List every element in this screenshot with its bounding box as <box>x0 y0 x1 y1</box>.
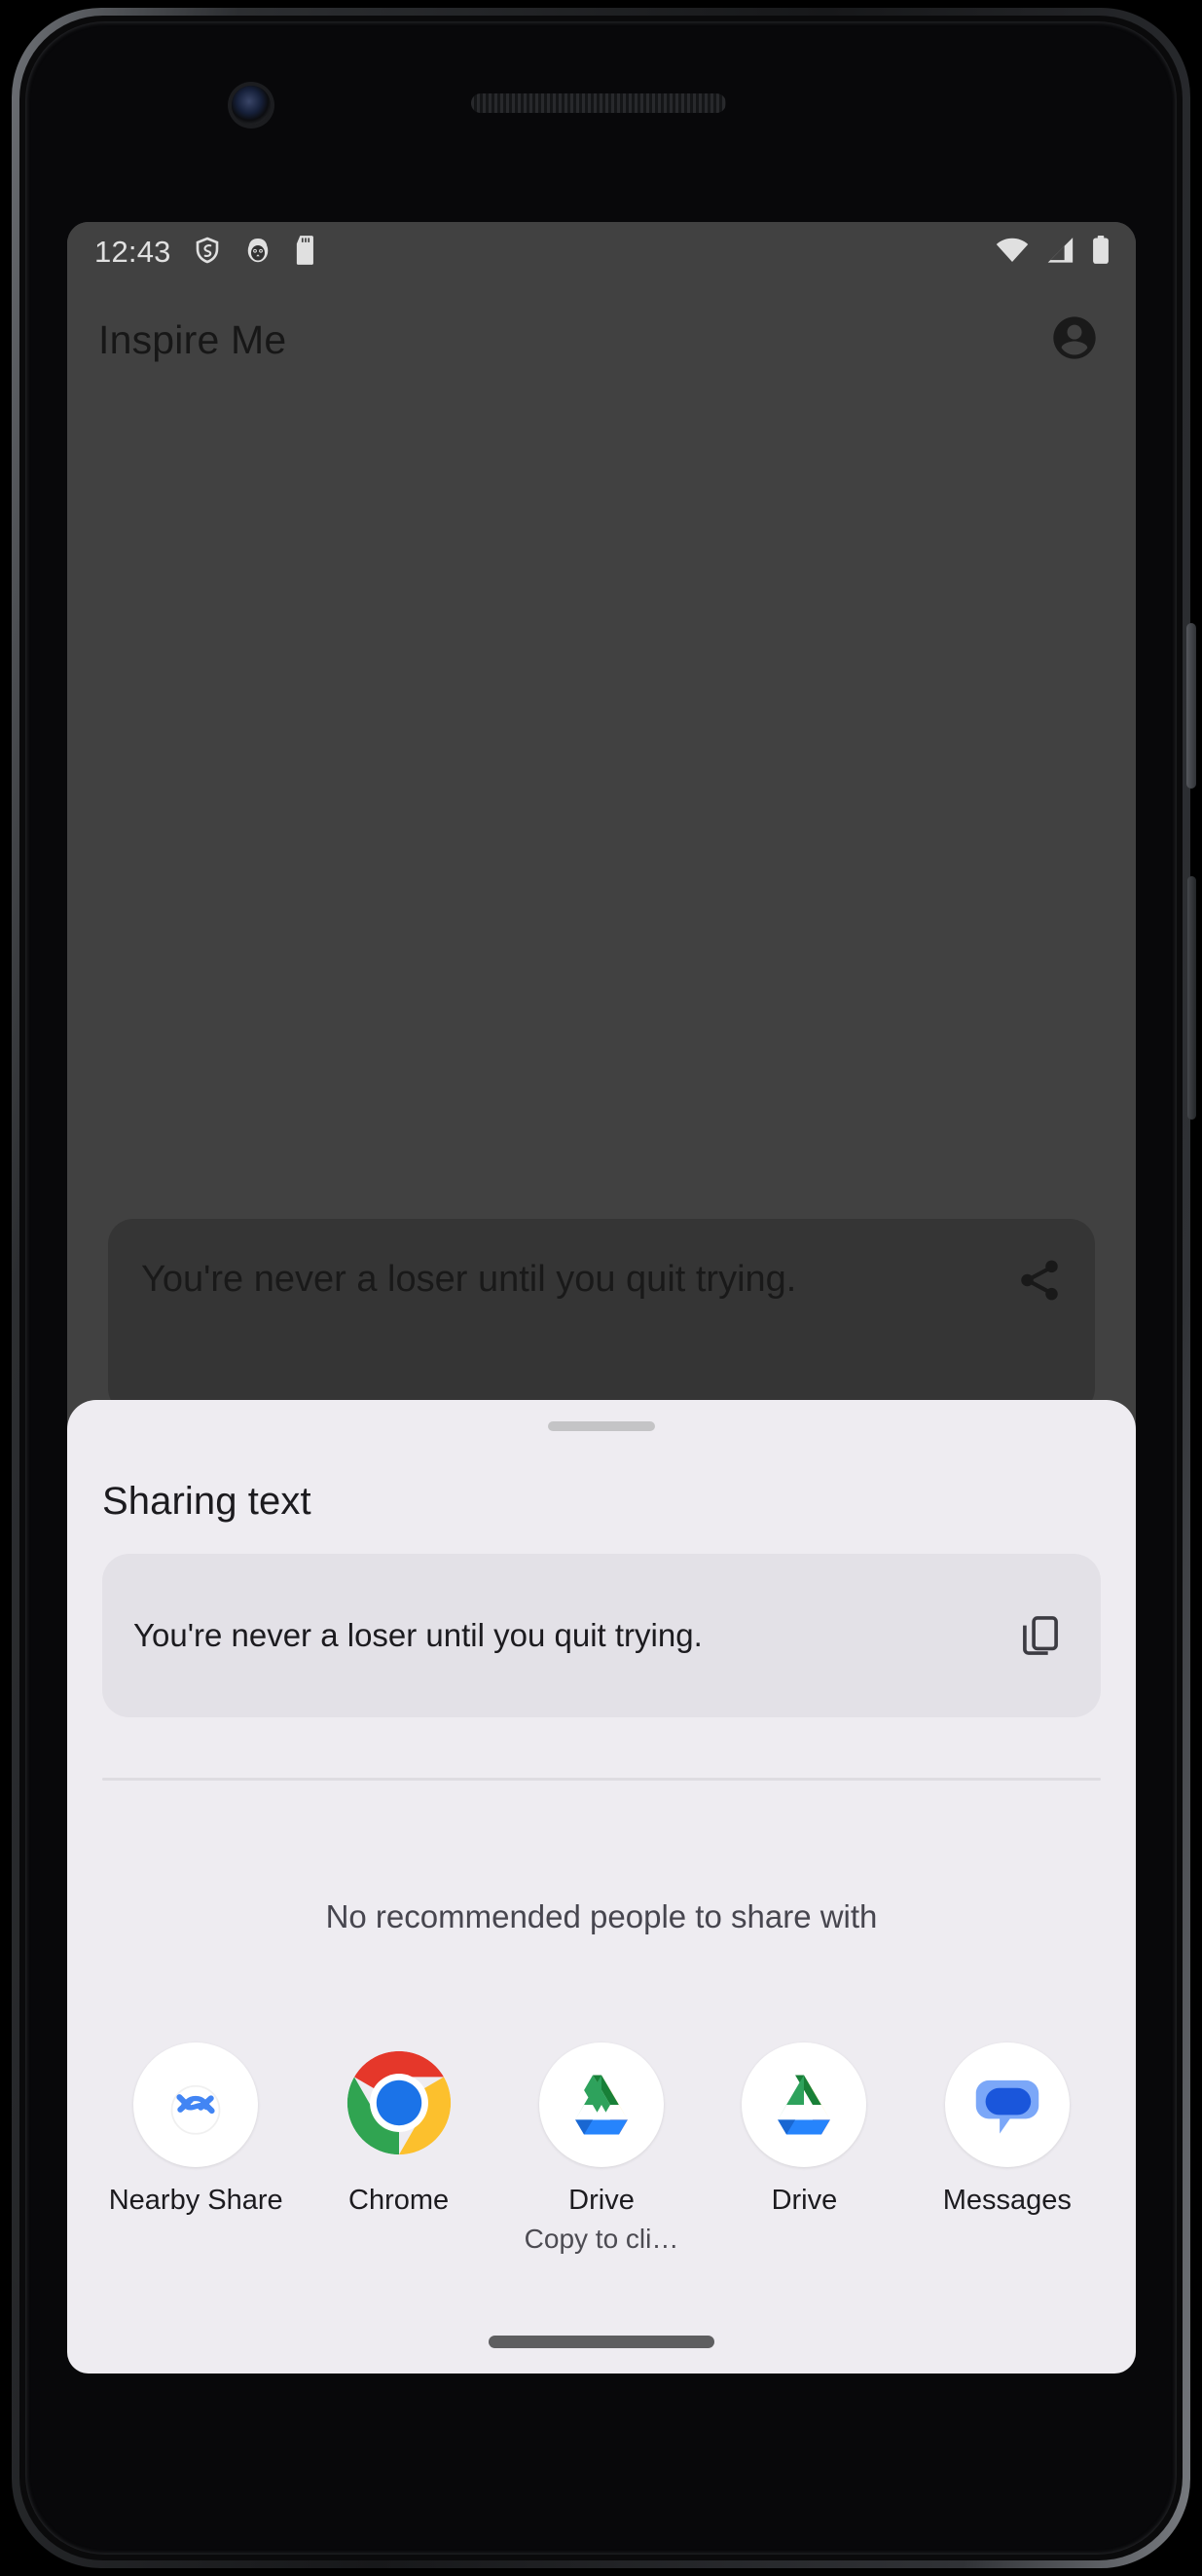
no-recommendations-text: No recommended people to share with <box>325 1898 878 1934</box>
google-drive-icon <box>742 2042 867 2167</box>
share-target-row: Nearby Share Chrome Drive Copy to cli… D… <box>67 2042 1136 2256</box>
front-camera-icon <box>232 86 271 125</box>
app-label: Nearby Share <box>108 2185 283 2216</box>
sheet-divider <box>102 1778 1101 1781</box>
share-preview-text: You're never a loser until you quit tryi… <box>133 1617 703 1654</box>
app-icon-wrapper <box>337 2042 461 2167</box>
app-icon-wrapper <box>133 2042 259 2167</box>
phone-screen: 12:43 Inspire Me You're never a loser un… <box>67 222 1136 2374</box>
volume-button[interactable] <box>1187 876 1196 1120</box>
earpiece-speaker-icon <box>471 93 726 113</box>
google-drive-icon <box>539 2042 665 2167</box>
app-label: Drive <box>771 2185 838 2216</box>
share-bottom-sheet: Sharing text You're never a loser until … <box>67 1400 1136 2374</box>
share-target-chrome[interactable]: Chrome <box>297 2042 499 2256</box>
chrome-icon <box>343 2046 455 2164</box>
navigation-gesture-pill[interactable] <box>489 2336 714 2348</box>
app-icon-wrapper <box>742 2042 867 2167</box>
share-target-messages[interactable]: Messages <box>906 2042 1109 2256</box>
power-button[interactable] <box>1186 623 1196 789</box>
copy-to-clipboard-icon[interactable] <box>1011 1606 1070 1665</box>
app-icon-wrapper <box>539 2042 665 2167</box>
phone-device-frame: 12:43 Inspire Me You're never a loser un… <box>0 0 1202 2576</box>
sheet-title: Sharing text <box>102 1480 311 1523</box>
app-sublabel: Copy to cli… <box>524 2224 679 2255</box>
app-label: Messages <box>942 2185 1072 2216</box>
share-target-drive-copy[interactable]: Drive Copy to cli… <box>500 2042 703 2256</box>
share-preview-card: You're never a loser until you quit tryi… <box>102 1554 1101 1717</box>
app-icon-wrapper <box>944 2042 1070 2167</box>
app-label: Chrome <box>348 2185 450 2216</box>
share-target-drive[interactable]: Drive <box>703 2042 905 2256</box>
share-target-nearby-share[interactable]: Nearby Share <box>94 2042 297 2256</box>
google-messages-icon <box>944 2042 1070 2167</box>
nearby-share-icon <box>133 2042 259 2167</box>
sheet-drag-handle[interactable] <box>548 1421 655 1431</box>
app-label: Drive <box>568 2185 635 2216</box>
